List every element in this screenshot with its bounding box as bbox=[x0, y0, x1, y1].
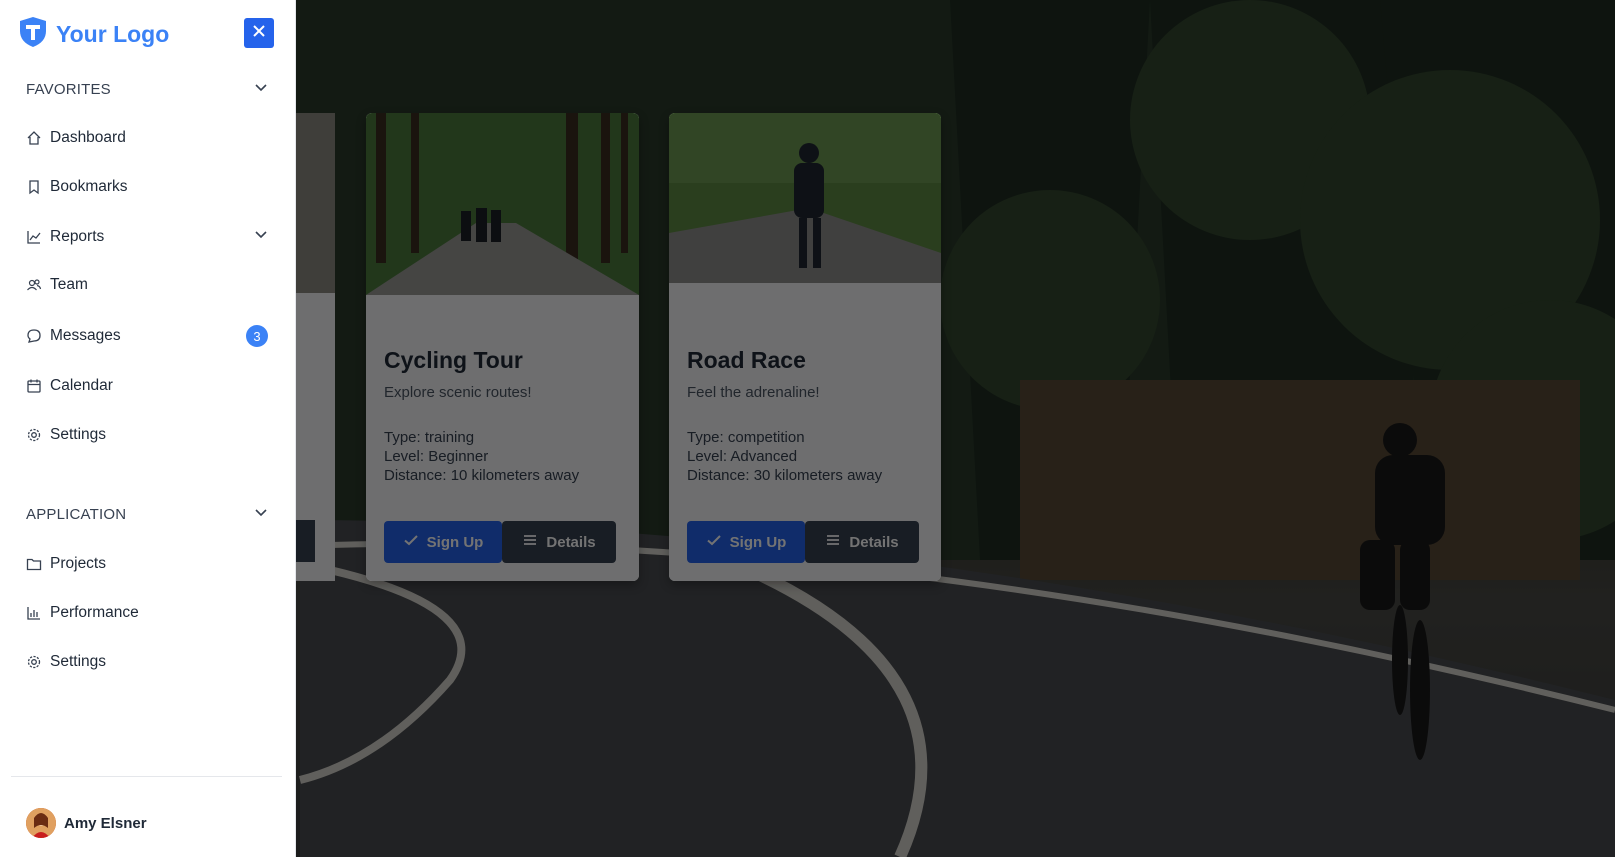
bookmark-icon bbox=[26, 179, 42, 195]
details-button[interactable]: Details bbox=[502, 521, 616, 563]
sidebar-item-dashboard[interactable]: Dashboard bbox=[26, 129, 268, 147]
card-subtitle: Explore scenic routes! bbox=[384, 384, 532, 401]
menu-icon bbox=[825, 532, 841, 552]
shield-logo-icon bbox=[18, 16, 48, 53]
home-icon bbox=[26, 130, 42, 146]
sidebar-item-label: Settings bbox=[50, 653, 107, 670]
user-name: Amy Elsner bbox=[64, 814, 147, 832]
event-card-cycling-tour: Cycling Tour Explore scenic routes! Type… bbox=[366, 113, 639, 581]
check-icon bbox=[706, 532, 722, 552]
chart-line-icon bbox=[26, 229, 42, 245]
sidebar-item-label: Calendar bbox=[50, 377, 113, 394]
sidebar-item-performance[interactable]: Performance bbox=[26, 604, 268, 622]
folder-icon bbox=[26, 556, 42, 572]
details-button[interactable]: Details bbox=[805, 521, 919, 563]
gear-icon bbox=[26, 427, 42, 443]
close-icon bbox=[252, 24, 266, 43]
bar-chart-icon bbox=[26, 605, 42, 621]
chat-icon bbox=[26, 328, 42, 344]
card-type: Type: competition bbox=[687, 429, 805, 446]
calendar-icon bbox=[26, 378, 42, 394]
sign-up-button[interactable]: Sign Up bbox=[384, 521, 502, 563]
sidebar: Your Logo FAVORITES Dashboard Bookmarks … bbox=[0, 0, 296, 857]
chevron-down-icon bbox=[254, 80, 268, 98]
sidebar-item-label: Settings bbox=[50, 426, 107, 443]
card-type: Type: training bbox=[384, 429, 475, 446]
event-card-road-race: Road Race Feel the adrenaline! Type: com… bbox=[669, 113, 941, 581]
sidebar-item-team[interactable]: Team bbox=[26, 276, 268, 294]
close-sidebar-button[interactable] bbox=[244, 18, 274, 48]
card-subtitle: Feel the adrenaline! bbox=[687, 384, 820, 401]
logo[interactable]: Your Logo bbox=[18, 16, 169, 53]
chevron-down-icon bbox=[254, 227, 268, 246]
section-label: APPLICATION bbox=[26, 505, 127, 523]
card-level: Level: Advanced bbox=[687, 448, 798, 465]
sidebar-item-label: Bookmarks bbox=[50, 178, 128, 195]
chevron-down-icon bbox=[254, 505, 268, 523]
sidebar-item-label: Team bbox=[50, 276, 88, 293]
section-application[interactable]: APPLICATION bbox=[26, 505, 268, 523]
sign-up-button[interactable]: Sign Up bbox=[687, 521, 805, 563]
messages-count-badge: 3 bbox=[246, 325, 268, 347]
gear-icon bbox=[26, 654, 42, 670]
card-distance: Distance: 30 kilometers away bbox=[687, 467, 883, 484]
avatar bbox=[26, 808, 56, 838]
logo-text: Your Logo bbox=[56, 21, 170, 47]
card-title: Road Race bbox=[687, 347, 806, 373]
card-level: Level: Beginner bbox=[384, 448, 489, 465]
check-icon bbox=[403, 532, 419, 552]
menu-icon bbox=[522, 532, 538, 552]
sidebar-item-label: Projects bbox=[50, 555, 106, 572]
sidebar-item-messages[interactable]: Messages 3 bbox=[26, 325, 268, 347]
team-icon bbox=[26, 277, 42, 293]
sidebar-item-label: Dashboard bbox=[50, 129, 126, 146]
sidebar-item-label: Reports bbox=[50, 227, 105, 245]
sidebar-item-label: Performance bbox=[50, 604, 139, 621]
card-title: Cycling Tour bbox=[384, 347, 523, 373]
divider bbox=[11, 776, 282, 777]
card-image bbox=[366, 113, 639, 295]
section-favorites[interactable]: FAVORITES bbox=[26, 80, 268, 98]
sidebar-item-reports[interactable]: Reports bbox=[26, 227, 268, 246]
sidebar-item-app-settings[interactable]: Settings bbox=[26, 653, 268, 671]
sidebar-item-calendar[interactable]: Calendar bbox=[26, 377, 268, 395]
sidebar-item-settings[interactable]: Settings bbox=[26, 426, 268, 444]
card-image bbox=[669, 113, 941, 283]
section-label: FAVORITES bbox=[26, 80, 111, 98]
sidebar-item-label: Messages bbox=[50, 327, 121, 344]
card-distance: Distance: 10 kilometers away bbox=[384, 467, 580, 484]
sidebar-item-bookmarks[interactable]: Bookmarks bbox=[26, 178, 268, 196]
user-profile[interactable]: Amy Elsner bbox=[26, 808, 147, 838]
sidebar-item-projects[interactable]: Projects bbox=[26, 555, 268, 573]
